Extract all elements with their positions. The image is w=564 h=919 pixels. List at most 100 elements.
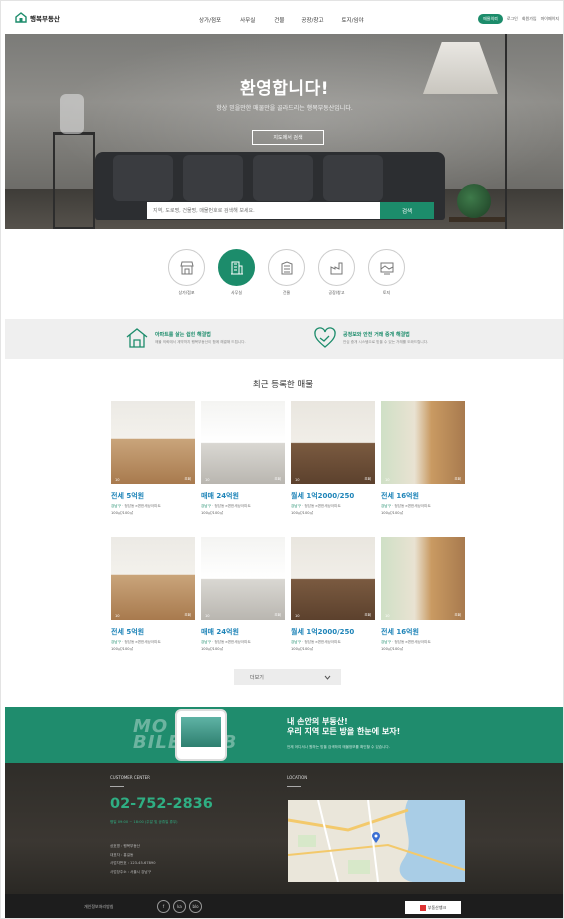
location-title: LOCATION	[287, 775, 308, 780]
listing-card[interactable]: 10 조회 전세 5억원 강남구 · 청담동 e편한세상아파트 100㎡/100㎡	[111, 537, 195, 652]
listing-address: 강남구 · 청담동 e편한세상아파트	[201, 504, 251, 508]
cushion	[183, 155, 243, 201]
nav-item-building[interactable]: 건물	[274, 16, 284, 24]
location-map[interactable]	[288, 800, 465, 882]
listing-card[interactable]: 10 조회 매매 24억원 강남구 · 청담동 e편한세상아파트 100㎡/100㎡	[201, 537, 285, 652]
listing-photo: 10 조회	[201, 537, 285, 620]
category-label: 건물	[282, 290, 291, 295]
listing-area: 100㎡/100㎡	[111, 510, 134, 515]
category-office[interactable]: 사무실	[218, 249, 255, 296]
listing-district: 강남구	[201, 504, 211, 508]
info-line: 사업장주소 : 서울시 강남구	[110, 869, 152, 874]
listing-card[interactable]: 10 조회 월세 1억2000/250 강남구 · 청담동 e편한세상아파트 100㎡/…	[291, 537, 375, 652]
category-label: 공장/창고	[328, 290, 345, 295]
listing-card[interactable]: 10 조회 월세 1억2000/250 강남구 · 청담동 e편한세상아파트 100㎡/…	[291, 401, 375, 516]
nav-item-land[interactable]: 토지/임야	[342, 16, 364, 24]
category-factory[interactable]: 공장/창고	[318, 249, 355, 296]
login-link[interactable]: 로그인	[507, 16, 518, 22]
promo-title-2: 공정보와 안전 거래 중개 해결법	[343, 332, 410, 338]
plant	[457, 184, 491, 218]
listing-address: 강남구 · 청담동 e편한세상아파트	[201, 640, 251, 644]
promo-banner-2[interactable]: 공정보와 안전 거래 중개 해결법 안심 중개 시스템으로 믿을 수 있는 거래…	[313, 326, 428, 350]
category-circle	[168, 249, 205, 286]
info-line: 대표자 : 홍길동	[110, 852, 134, 857]
listing-area: 100㎡/100㎡	[201, 510, 224, 515]
photo-count: 10	[295, 614, 300, 618]
privacy-policy-link[interactable]: 개인정보처리방침	[84, 904, 113, 910]
listing-price: 전세 5억원	[111, 492, 145, 500]
side-table	[449, 217, 505, 222]
main-nav: 상가/점포 사무실 건물 공장/창고 토지/임야	[199, 16, 364, 24]
footer-bottom: 개인정보처리방침 f ka blo 부동산뱅크	[5, 894, 563, 918]
view-label: 조회	[184, 613, 191, 617]
promo-banner-1[interactable]: 아파트를 살는 쉽힌 해결법 매물 의뢰에서 계약까지 행복부동산이 함께 해결…	[125, 326, 246, 350]
more-button[interactable]: 더보기	[234, 669, 341, 685]
facebook-icon[interactable]: f	[157, 900, 170, 913]
nav-item-factory[interactable]: 공장/창고	[301, 16, 323, 24]
partner-label: 부동산뱅크	[427, 904, 447, 910]
listing-card[interactable]: 10 조회 전세 16억원 강남구 · 청담동 e편한세상아파트 100㎡/100㎡	[381, 537, 465, 652]
listing-addr: 청담동 e편한세상아파트	[304, 504, 341, 508]
office-icon	[230, 261, 243, 274]
blog-icon[interactable]: blo	[189, 900, 202, 913]
search-input[interactable]	[147, 202, 380, 219]
social-links: f ka blo	[157, 900, 202, 913]
listing-district: 강남구	[291, 640, 301, 644]
category-land[interactable]: 토지	[368, 249, 405, 296]
signup-link[interactable]: 회원가입	[522, 16, 537, 22]
listing-photo: 10 조회	[291, 401, 375, 484]
mobile-promo: MO BILE WEB 내 손안의 부동산! 우리 지역 모든 방을 한눈에 보…	[5, 707, 563, 763]
phone-mockup	[175, 709, 227, 761]
map-pin-icon	[372, 832, 380, 843]
listing-photo: 10 조회	[381, 537, 465, 620]
building-icon	[281, 260, 292, 274]
factory-icon	[330, 262, 342, 274]
listing-card[interactable]: 10 조회 전세 5억원 강남구 · 청담동 e편한세상아파트 100㎡/100㎡	[111, 401, 195, 516]
business-hours: 평일 09:00 ~ 18:00 (주말 및 공휴일 휴무)	[110, 820, 178, 824]
listing-district: 강남구	[291, 504, 301, 508]
cushion	[253, 155, 313, 201]
listing-area: 100㎡/100㎡	[201, 646, 224, 651]
listing-card[interactable]: 10 조회 전세 16억원 강남구 · 청담동 e편한세상아파트 100㎡/100㎡	[381, 401, 465, 516]
listing-address: 강남구 · 청담동 e편한세상아파트	[291, 640, 341, 644]
utility-links: 매물의뢰 로그인 회원가입 마이페이지	[478, 14, 559, 24]
footer: CUSTOMER CENTER 02-752-2836 평일 09:00 ~ 1…	[5, 763, 563, 894]
listing-addr: 청담동 e편한세상아파트	[394, 504, 431, 508]
house-icon	[126, 328, 148, 348]
listing-district: 강남구	[381, 504, 391, 508]
category-building[interactable]: 건물	[268, 249, 305, 296]
nav-item-office[interactable]: 사무실	[240, 16, 255, 24]
kakao-icon[interactable]: ka	[173, 900, 186, 913]
photo-count: 10	[295, 478, 300, 482]
listing-addr: 청담동 e편한세상아파트	[124, 504, 161, 508]
mypage-link[interactable]: 마이페이지	[541, 16, 559, 22]
view-label: 조회	[364, 477, 371, 481]
home-icon	[15, 12, 27, 23]
view-label: 조회	[364, 613, 371, 617]
category-store[interactable]: 상가/점포	[168, 249, 205, 296]
map-search-button[interactable]: 지도에서 검색	[252, 130, 324, 145]
listing-addr: 청담동 e편한세상아파트	[214, 504, 251, 508]
category-label: 토지	[382, 290, 391, 295]
listing-card[interactable]: 10 조회 매매 24억원 강남구 · 청담동 e편한세상아파트 100㎡/100㎡	[201, 401, 285, 516]
request-listing-button[interactable]: 매물의뢰	[478, 14, 503, 24]
promo-desc-1: 매물 의뢰에서 계약까지 행복부동산이 함께 해결해 드립니다.	[155, 340, 246, 344]
search-button[interactable]: 검색	[380, 202, 434, 219]
customer-center-title: CUSTOMER CENTER	[110, 775, 150, 780]
listing-area: 100㎡/100㎡	[291, 510, 314, 515]
listing-address: 강남구 · 청담동 e편한세상아파트	[111, 640, 161, 644]
nav-item-store[interactable]: 상가/점포	[199, 16, 221, 24]
divider	[287, 786, 301, 787]
view-label: 조회	[454, 477, 461, 481]
partner-banner[interactable]: 부동산뱅크	[405, 901, 461, 914]
listing-addr: 청담동 e편한세상아파트	[394, 640, 431, 644]
search-bar: 검색	[147, 202, 434, 219]
view-label: 조회	[274, 477, 281, 481]
cushion	[323, 155, 383, 201]
listing-price: 전세 16억원	[381, 628, 419, 636]
logo[interactable]: 행복부동산	[15, 12, 60, 23]
recent-listings-title: 최근 등록한 매물	[252, 380, 314, 390]
photo-count: 10	[115, 614, 120, 618]
listing-photo: 10 조회	[291, 537, 375, 620]
listing-price: 전세 16억원	[381, 492, 419, 500]
